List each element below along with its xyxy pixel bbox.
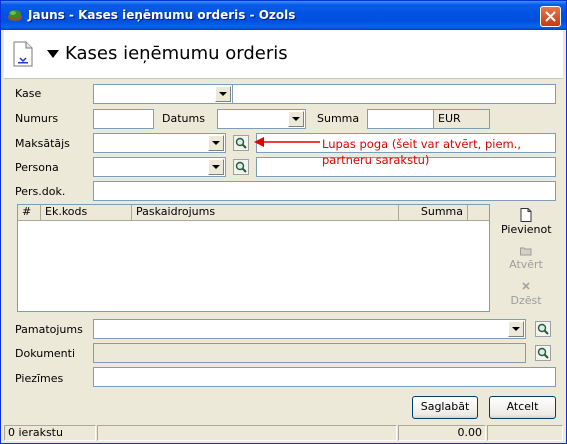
document-icon xyxy=(13,41,33,67)
new-page-icon xyxy=(520,208,532,222)
persona-lookup-magnifier-icon[interactable] xyxy=(233,159,249,175)
page-title: Kases ieņēmumu orderis xyxy=(65,43,288,64)
annotation-line-1: Lupas poga (šeit var atvērt, piem., xyxy=(322,137,522,151)
maksatajs-dropdown-button[interactable] xyxy=(208,135,224,151)
column-header-summa[interactable]: Summa xyxy=(399,205,468,220)
numurs-label: Numurs xyxy=(15,112,59,125)
kase-label: Kase xyxy=(15,87,42,100)
column-header-paskaidrojums[interactable]: Paskaidrojums xyxy=(132,205,399,220)
dokumenti-label: Dokumenti xyxy=(15,347,76,360)
header-band: Kases ieņēmumu orderis xyxy=(4,30,563,79)
pamatojums-lookup-magnifier-icon[interactable] xyxy=(535,321,551,337)
dialog-client: Kases ieņēmumu orderis Kase Numurs Datum… xyxy=(4,30,563,422)
cancel-button[interactable]: Atcelt xyxy=(489,396,556,419)
chevron-down-icon xyxy=(512,327,520,331)
status-record-count: 0 ierakstu xyxy=(4,425,96,441)
status-bar: 0 ierakstu 0.00 xyxy=(4,423,563,441)
open-line-button[interactable]: Atvērt xyxy=(501,243,551,271)
status-total: 0.00 xyxy=(398,425,486,441)
menu-triangle-icon[interactable] xyxy=(47,50,59,58)
close-button[interactable] xyxy=(540,6,561,27)
annotation-text: Lupas poga (šeit var atvērt, piem., part… xyxy=(322,136,521,168)
save-button[interactable]: Saglabāt xyxy=(412,396,478,419)
datums-dropdown-button[interactable] xyxy=(288,111,304,127)
currency-field: EUR xyxy=(433,109,490,129)
maksatajs-lookup-magnifier-icon[interactable] xyxy=(233,135,249,151)
piezimes-input[interactable] xyxy=(93,367,556,387)
add-line-button[interactable]: Pievienot xyxy=(501,208,552,236)
app-window: Jauns - Kases ieņēmumu orderis - Ozols K… xyxy=(0,0,567,444)
persona-label: Persona xyxy=(15,161,59,174)
maksatajs-label: Maksātājs xyxy=(15,137,70,150)
summa-input[interactable] xyxy=(367,109,434,129)
status-middle-panel xyxy=(97,425,397,441)
lines-table[interactable]: # Ek.kods Paskaidrojums Summa xyxy=(17,204,490,312)
close-icon xyxy=(545,11,556,22)
title-bar: Jauns - Kases ieņēmumu orderis - Ozols xyxy=(1,1,566,30)
persona-combo[interactable] xyxy=(93,157,226,177)
dokumenti-lookup-magnifier-icon[interactable] xyxy=(535,345,551,361)
annotation-arrow-icon xyxy=(254,137,320,147)
window-title: Jauns - Kases ieņēmumu orderis - Ozols xyxy=(28,8,296,22)
open-folder-icon xyxy=(520,247,532,256)
kase-combo[interactable] xyxy=(93,84,233,104)
column-header-ek-kods[interactable]: Ek.kods xyxy=(41,205,132,220)
status-right-panel xyxy=(487,425,563,441)
pamatojums-dropdown-button[interactable] xyxy=(508,321,524,337)
kase-dropdown-button[interactable] xyxy=(215,86,231,102)
maksatajs-combo[interactable] xyxy=(93,133,226,153)
datums-combo[interactable] xyxy=(217,109,306,129)
persona-dropdown-button[interactable] xyxy=(208,159,224,175)
chevron-down-icon xyxy=(212,141,220,145)
piezimes-label: Piezīmes xyxy=(15,372,64,385)
chevron-down-icon xyxy=(292,117,300,121)
delete-line-label: Dzēst xyxy=(510,294,542,307)
chevron-down-icon xyxy=(212,165,220,169)
persdok-label: Pers.dok. xyxy=(15,185,66,198)
app-icon xyxy=(8,10,22,21)
delete-line-button[interactable]: Dzēst xyxy=(501,279,551,307)
chevron-down-icon xyxy=(219,92,227,96)
table-header: # Ek.kods Paskaidrojums Summa xyxy=(18,205,489,221)
pamatojums-label: Pamatojums xyxy=(15,323,83,336)
column-header-number[interactable]: # xyxy=(18,205,41,220)
numurs-input[interactable] xyxy=(93,109,154,129)
dokumenti-field xyxy=(93,343,526,363)
pamatojums-combo[interactable] xyxy=(93,319,526,339)
annotation-line-2: partneru sarakstu) xyxy=(322,153,430,167)
currency-value: EUR xyxy=(438,112,461,125)
open-line-label: Atvērt xyxy=(509,258,543,271)
summa-label: Summa xyxy=(317,112,360,125)
persdok-input[interactable] xyxy=(93,181,556,201)
datums-label: Datums xyxy=(162,112,205,125)
add-line-label: Pievienot xyxy=(501,223,552,236)
delete-x-icon xyxy=(522,282,530,290)
kase-name-field[interactable] xyxy=(232,84,556,104)
